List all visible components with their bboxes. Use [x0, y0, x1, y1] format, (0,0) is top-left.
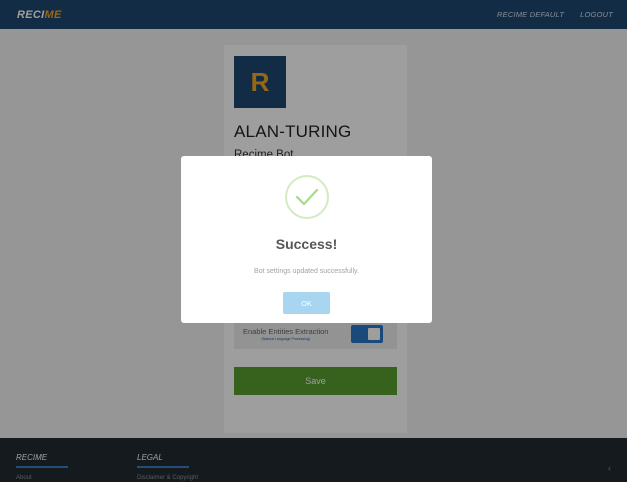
dialog-message: Bot settings updated successfully.: [254, 268, 359, 275]
success-dialog: Success! Bot settings updated successful…: [181, 156, 432, 323]
success-check-icon: [285, 175, 329, 219]
dialog-title: Success!: [275, 236, 338, 252]
ok-button[interactable]: OK: [283, 292, 330, 314]
